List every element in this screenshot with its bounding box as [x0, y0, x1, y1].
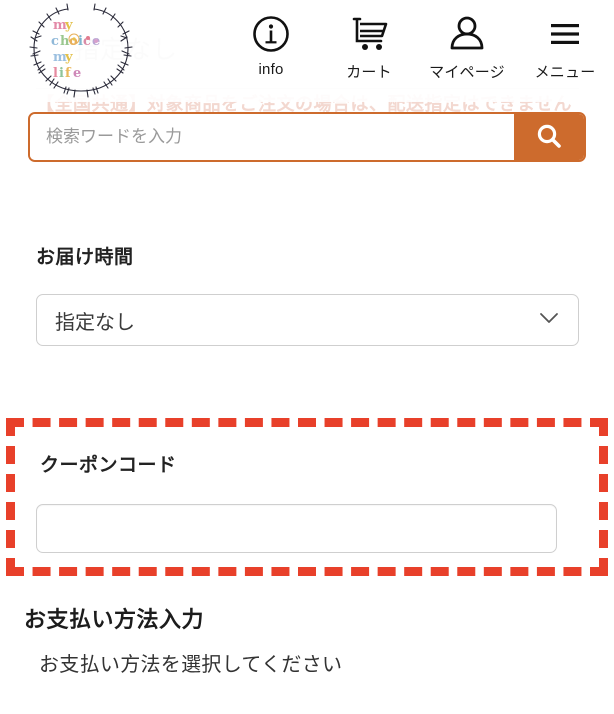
- header-item-mypage[interactable]: マイページ: [418, 12, 516, 82]
- info-icon: [251, 12, 291, 56]
- header-item-label: メニュー: [534, 64, 596, 81]
- coupon-code-label: クーポンコード: [40, 455, 177, 476]
- header-icon-nav: info カート マイページ メニュー: [222, 12, 614, 82]
- svg-text:e: e: [73, 66, 81, 81]
- search-input[interactable]: [30, 114, 514, 160]
- chevron-down-icon: [538, 310, 560, 330]
- search-icon: [534, 121, 564, 154]
- payment-section-title: お支払い方法入力: [24, 607, 205, 632]
- header-item-label: マイページ: [429, 64, 505, 81]
- site-logo[interactable]: m y c h o i c e m y l i f e: [24, 3, 138, 98]
- svg-text:c: c: [51, 34, 59, 49]
- header-item-label: info: [258, 61, 284, 78]
- svg-text:c: c: [83, 34, 91, 49]
- coupon-code-input[interactable]: [36, 504, 557, 553]
- payment-section-note: お支払い方法を選択してください: [39, 654, 343, 676]
- checkout-page: 指定なし 【全国共通】対象商品をご注文の場合は、配送指定はできません m y c…: [0, 0, 614, 714]
- svg-text:f: f: [65, 66, 72, 81]
- svg-text:y: y: [64, 18, 73, 33]
- hamburger-icon: [545, 12, 585, 56]
- header-item-cart[interactable]: カート: [320, 12, 418, 82]
- delivery-time-label: お届け時間: [36, 247, 134, 268]
- header-item-info[interactable]: info: [222, 12, 320, 78]
- category-nav: NEW ITEM MISIA's ITEMS MO: [0, 174, 614, 226]
- svg-text:l: l: [53, 66, 58, 81]
- site-header: m y c h o i c e m y l i f e: [0, 0, 614, 102]
- search-bar: [28, 112, 586, 162]
- svg-text:y: y: [64, 50, 73, 65]
- search-button[interactable]: [514, 114, 584, 160]
- delivery-time-selected-value: 指定なし: [55, 311, 135, 334]
- delivery-time-select[interactable]: 指定なし: [36, 294, 579, 346]
- person-icon: [447, 12, 487, 56]
- logo-wreath-icon: m y c h o i c e m y l i f e: [29, 3, 133, 98]
- header-item-label: カート: [346, 64, 392, 81]
- cart-icon: [347, 12, 391, 56]
- header-item-menu[interactable]: メニュー: [516, 12, 614, 82]
- svg-text:i: i: [59, 66, 64, 81]
